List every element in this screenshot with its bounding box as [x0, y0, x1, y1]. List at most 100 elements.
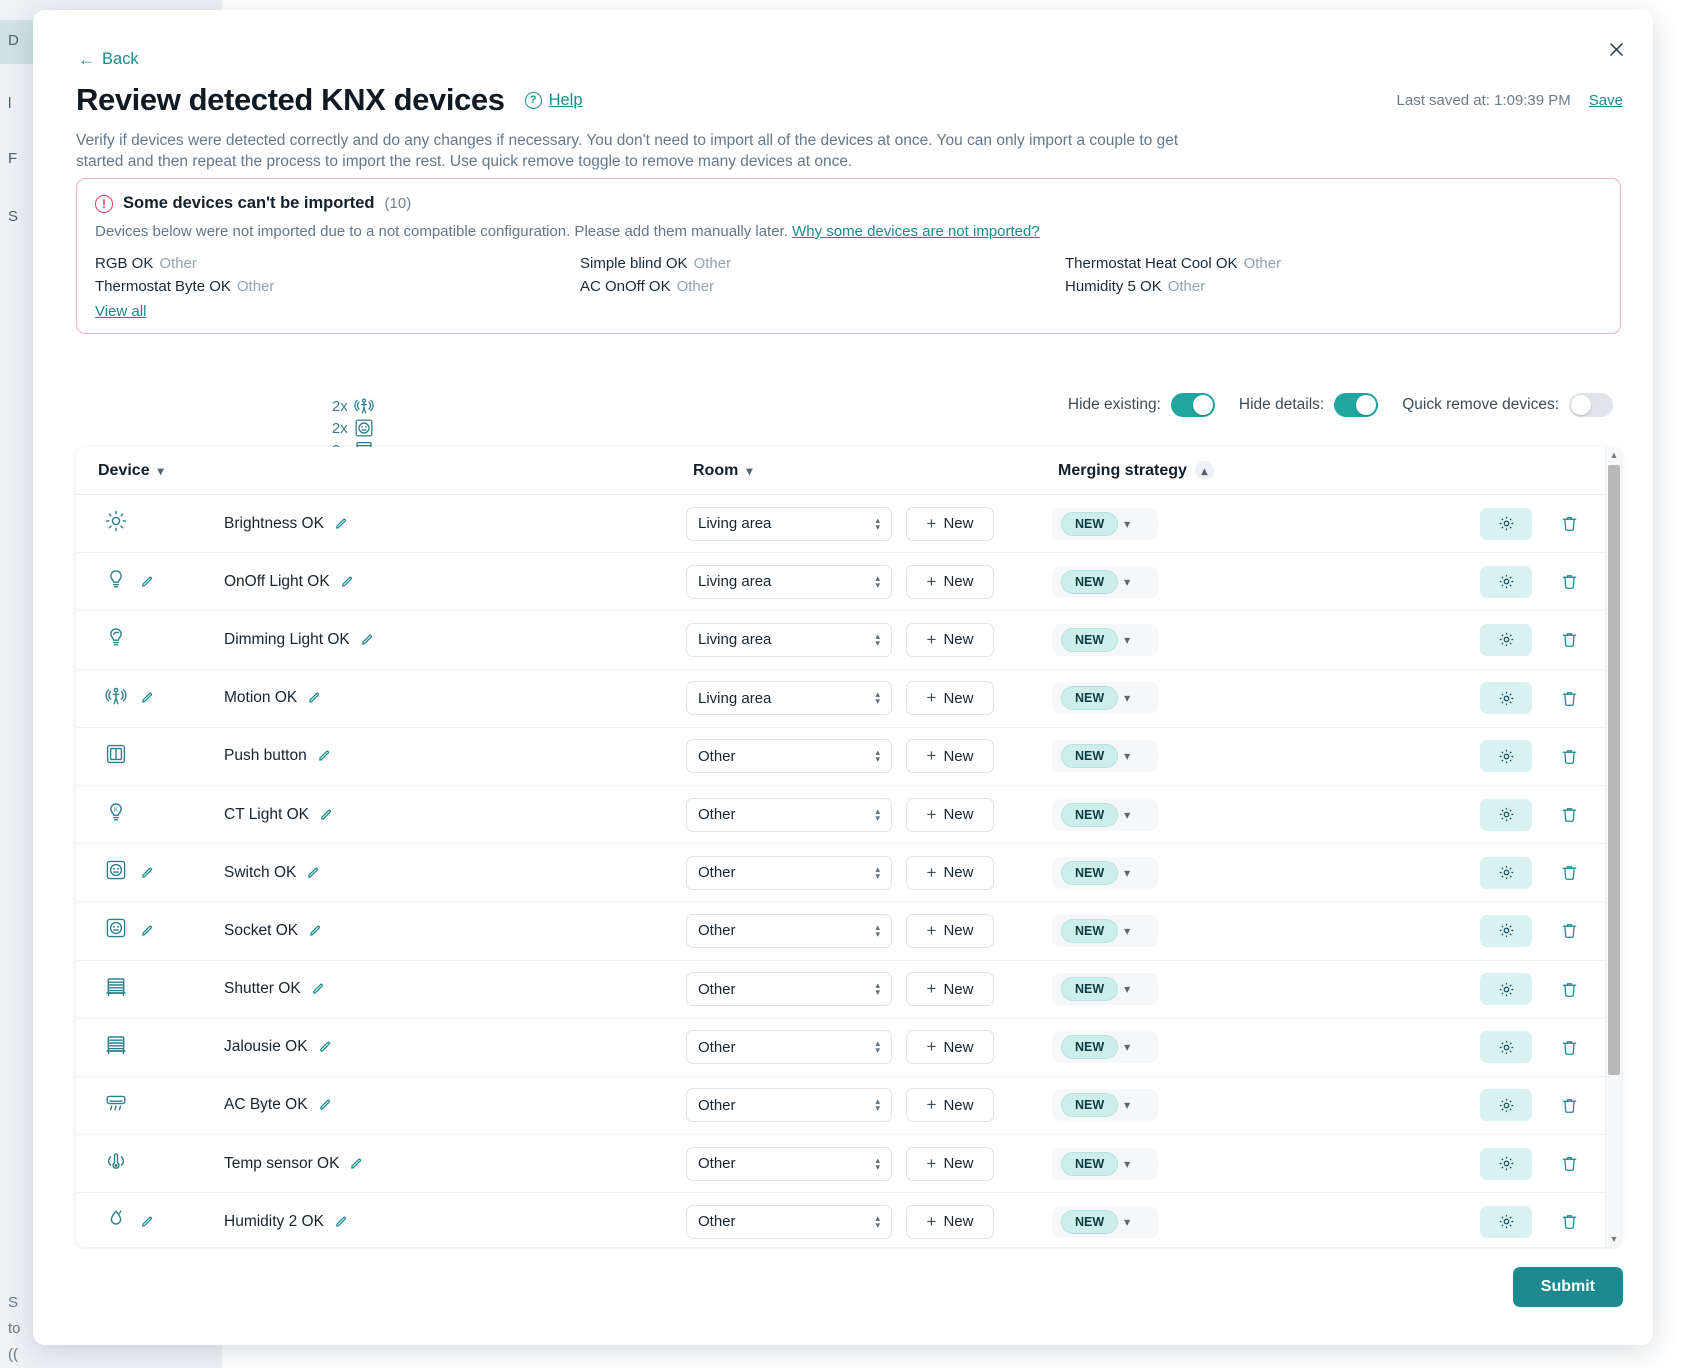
merging-strategy-select[interactable]: NEW ▾ [1052, 1031, 1158, 1063]
delete-device-button[interactable] [1560, 1154, 1579, 1173]
edit-device-name-icon[interactable] [349, 1157, 363, 1171]
edit-device-name-icon[interactable] [319, 808, 333, 822]
edit-device-name-icon[interactable] [317, 749, 331, 763]
edit-device-name-icon[interactable] [334, 1215, 348, 1229]
room-select[interactable]: Other ▴▾ [686, 856, 892, 890]
new-room-button[interactable]: + New [906, 623, 994, 657]
scrollbar-thumb[interactable] [1608, 465, 1620, 1075]
merging-strategy-select[interactable]: NEW ▾ [1052, 1206, 1158, 1238]
merging-strategy-select[interactable]: NEW ▾ [1052, 566, 1158, 598]
edit-device-name-icon[interactable] [318, 1040, 332, 1054]
device-settings-button[interactable] [1480, 682, 1532, 714]
why-not-imported-link[interactable]: Why some devices are not imported? [792, 223, 1040, 240]
room-select[interactable]: Other ▴▾ [686, 1147, 892, 1181]
new-room-button[interactable]: + New [906, 914, 994, 948]
room-select[interactable]: Other ▴▾ [686, 972, 892, 1006]
delete-device-button[interactable] [1560, 921, 1579, 940]
submit-button[interactable]: Submit [1513, 1267, 1623, 1307]
new-room-button[interactable]: + New [906, 798, 994, 832]
new-room-button[interactable]: + New [906, 1205, 994, 1239]
room-select[interactable]: Other ▴▾ [686, 914, 892, 948]
room-select[interactable]: Other ▴▾ [686, 739, 892, 773]
close-icon[interactable] [1601, 34, 1631, 64]
delete-device-button[interactable] [1560, 747, 1579, 766]
delete-device-button[interactable] [1560, 1212, 1579, 1231]
new-room-button[interactable]: + New [906, 681, 994, 715]
device-settings-button[interactable] [1480, 915, 1532, 947]
device-settings-button[interactable] [1480, 624, 1532, 656]
merging-strategy-select[interactable]: NEW ▾ [1052, 624, 1158, 656]
column-header-merging[interactable]: Merging strategy ▴ [1058, 461, 1214, 480]
edit-device-type-icon[interactable] [140, 866, 154, 880]
new-room-button[interactable]: + New [906, 507, 994, 541]
new-room-button[interactable]: + New [906, 972, 994, 1006]
new-room-button[interactable]: + New [906, 565, 994, 599]
delete-device-button[interactable] [1560, 630, 1579, 649]
device-settings-button[interactable] [1480, 799, 1532, 831]
delete-device-button[interactable] [1560, 1096, 1579, 1115]
edit-device-name-icon[interactable] [318, 1098, 332, 1112]
hide-existing-toggle[interactable] [1171, 393, 1215, 417]
edit-device-name-icon[interactable] [334, 517, 348, 531]
device-settings-button[interactable] [1480, 857, 1532, 889]
edit-device-name-icon[interactable] [306, 866, 320, 880]
table-scrollbar[interactable]: ▲ ▼ [1605, 447, 1621, 1247]
scroll-down-icon[interactable]: ▼ [1606, 1231, 1621, 1247]
edit-device-name-icon[interactable] [308, 924, 322, 938]
merging-strategy-select[interactable]: NEW ▾ [1052, 915, 1158, 947]
hide-details-toggle[interactable] [1334, 393, 1378, 417]
merging-strategy-select[interactable]: NEW ▾ [1052, 740, 1158, 772]
edit-device-name-icon[interactable] [311, 982, 325, 996]
delete-device-button[interactable] [1560, 689, 1579, 708]
edit-device-type-icon[interactable] [140, 691, 154, 705]
room-select[interactable]: Living area ▴▾ [686, 507, 892, 541]
save-button[interactable]: Save [1589, 92, 1623, 109]
merging-strategy-select[interactable]: NEW ▾ [1052, 682, 1158, 714]
device-settings-button[interactable] [1480, 1089, 1532, 1121]
room-select[interactable]: Living area ▴▾ [686, 565, 892, 599]
delete-device-button[interactable] [1560, 572, 1579, 591]
new-room-button[interactable]: + New [906, 1030, 994, 1064]
merging-strategy-select[interactable]: NEW ▾ [1052, 1089, 1158, 1121]
device-settings-button[interactable] [1480, 1206, 1532, 1238]
room-select[interactable]: Other ▴▾ [686, 1205, 892, 1239]
column-header-room[interactable]: Room ▾ [693, 462, 752, 480]
delete-device-button[interactable] [1560, 805, 1579, 824]
room-select[interactable]: Other ▴▾ [686, 1030, 892, 1064]
merging-strategy-select[interactable]: NEW ▾ [1052, 508, 1158, 540]
device-settings-button[interactable] [1480, 973, 1532, 1005]
device-settings-button[interactable] [1480, 1148, 1532, 1180]
merging-strategy-select[interactable]: NEW ▾ [1052, 857, 1158, 889]
edit-device-type-icon[interactable] [140, 924, 154, 938]
back-button[interactable]: ← Back [78, 50, 139, 69]
new-room-button[interactable]: + New [906, 856, 994, 890]
delete-device-button[interactable] [1560, 980, 1579, 999]
merging-strategy-select[interactable]: NEW ▾ [1052, 1148, 1158, 1180]
delete-device-button[interactable] [1560, 514, 1579, 533]
device-settings-button[interactable] [1480, 740, 1532, 772]
edit-device-name-icon[interactable] [307, 691, 321, 705]
edit-device-name-icon[interactable] [360, 633, 374, 647]
device-settings-button[interactable] [1480, 1031, 1532, 1063]
room-select[interactable]: Living area ▴▾ [686, 681, 892, 715]
merging-strategy-select[interactable]: NEW ▾ [1052, 973, 1158, 1005]
view-all-link[interactable]: View all [95, 303, 146, 320]
delete-device-button[interactable] [1560, 1038, 1579, 1057]
delete-device-button[interactable] [1560, 863, 1579, 882]
new-room-button[interactable]: + New [906, 739, 994, 773]
room-select[interactable]: Living area ▴▾ [686, 623, 892, 657]
edit-device-type-icon[interactable] [140, 575, 154, 589]
new-room-button[interactable]: + New [906, 1147, 994, 1181]
edit-device-name-icon[interactable] [340, 575, 354, 589]
edit-device-type-icon[interactable] [140, 1215, 154, 1229]
room-select[interactable]: Other ▴▾ [686, 1088, 892, 1122]
quick-remove-toggle[interactable] [1569, 393, 1613, 417]
merging-strategy-select[interactable]: NEW ▾ [1052, 799, 1158, 831]
scroll-up-icon[interactable]: ▲ [1606, 447, 1621, 463]
room-select[interactable]: Other ▴▾ [686, 798, 892, 832]
device-settings-button[interactable] [1480, 566, 1532, 598]
column-header-device[interactable]: Device ▾ [98, 462, 164, 480]
device-settings-button[interactable] [1480, 508, 1532, 540]
help-link[interactable]: ? Help [525, 91, 583, 110]
new-room-button[interactable]: + New [906, 1088, 994, 1122]
